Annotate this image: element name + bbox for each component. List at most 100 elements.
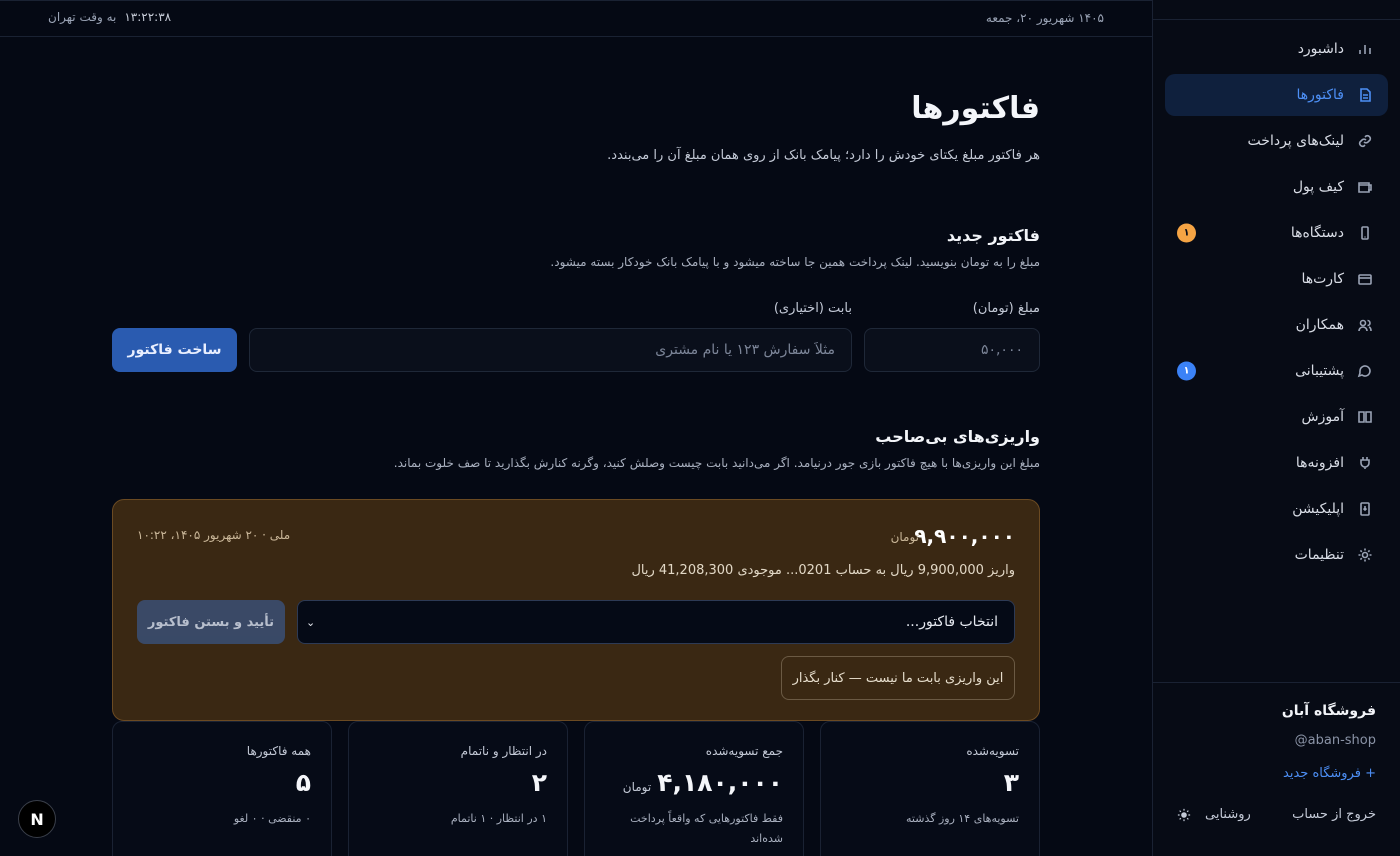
stat-card-all-invoices: همه فاکتورها ۵ ۰ منقضی · ۰ لغو [112,721,332,856]
invoice-select-value: انتخاب فاکتور... [905,614,998,630]
shop-handle: @aban-shop [1294,733,1376,748]
sun-icon [1177,808,1191,821]
stat-subtext: ۱ در انتظار · ۱ ناتمام [450,812,547,825]
theme-toggle[interactable]: روشنایی [1177,807,1251,822]
sidebar-item-label: کارت‌ها [1301,271,1344,287]
stat-value: ۴,۱۸۰,۰۰۰ تومان [605,770,783,795]
sidebar-item-wallet[interactable]: کیف پول [1165,166,1388,208]
clock-suffix: به وقت تهران [48,10,117,24]
sidebar-header [1153,0,1400,20]
sidebar-footer: فروشگاه آبان @aban-shop + فروشگاه جدید خ… [1153,682,1400,856]
new-shop-link[interactable]: + فروشگاه جدید [1177,766,1376,781]
sidebar-item-dashboard[interactable]: داشبورد [1165,28,1388,70]
sidebar-item-label: داشبورد [1297,41,1344,57]
dismiss-deposit-button[interactable]: این واریزی بابت ما نیست — کنار بگذار [781,656,1015,700]
document-icon [1356,86,1374,104]
stat-title: در انتظار و ناتمام [460,744,547,758]
sidebar-item-label: فاکتورها [1296,87,1345,103]
app-icon [1356,500,1374,518]
sidebar-item-devices[interactable]: دستگاه‌ها ۱ [1165,212,1388,254]
devices-badge: ۱ [1177,223,1196,243]
orphan-deposits-desc: مبلغ این واریزی‌ها با هیچ فاکتور بازی جو… [393,456,1040,470]
amount-input[interactable] [864,328,1040,372]
orphan-deposits-section: واریزی‌های بی‌صاحب مبلغ این واریزی‌ها با… [112,427,1040,470]
sidebar-item-label: لینک‌های پرداخت [1247,133,1344,149]
sidebar-item-label: آموزش [1301,409,1344,425]
main-content: فاکتورها هر فاکتور مبلغ یکتای خودش را دا… [0,37,1152,856]
stat-card-settled: تسویه‌شده ۳ تسویه‌های ۱۴ روز گذشته [820,721,1040,856]
stat-subtext: تسویه‌های ۱۴ روز گذشته [906,812,1019,825]
stat-value-unit: تومان [622,780,652,794]
stat-subtext: ۰ منقضی · ۰ لغو [233,812,311,825]
sidebar-item-plugins[interactable]: افزونه‌ها [1165,442,1388,484]
top-bar: ۱۴۰۵ شهریور ۲۰، جمعه ۱۳:۲۲:۳۸ به وقت تهرا… [0,0,1152,37]
sidebar-item-payment-links[interactable]: لینک‌های پرداخت [1165,120,1388,162]
users-icon [1356,316,1374,334]
deposit-amount: ۹,۹۰۰,۰۰۰ [914,524,1015,548]
sidebar-item-invoices[interactable]: فاکتورها [1165,74,1388,116]
description-label: بابت (اختیاری) [773,301,852,316]
phone-icon [1356,224,1374,242]
chevron-down-icon: ⌄ [306,615,316,629]
support-badge: ۱ [1177,361,1196,381]
theme-toggle-label: روشنایی [1205,807,1251,822]
sidebar-nav: داشبورد فاکتورها لینک‌های پرداخت کیف پول… [1153,20,1400,576]
sidebar-item-learning[interactable]: آموزش [1165,396,1388,438]
amount-label: مبلغ (تومان) [972,301,1040,316]
sparkline [841,842,981,856]
card-icon [1356,270,1374,288]
stats-row: تسویه‌شده ۳ تسویه‌های ۱۴ روز گذشته جمع ت… [112,721,1040,856]
new-invoice-desc: مبلغ را به تومان بنویسید. لینک پرداخت هم… [550,255,1040,269]
shop-name: فروشگاه آبان [1281,703,1376,719]
page-subtitle: هر فاکتور مبلغ یکتای خودش را دارد؛ پیامک… [607,148,1040,163]
sidebar-item-settings[interactable]: تنظیمات [1165,534,1388,576]
description-input[interactable] [249,328,852,372]
link-icon [1356,132,1374,150]
stat-value: ۵ [295,768,311,797]
create-invoice-button[interactable]: ساخت فاکتور [112,328,237,372]
deposit-sms-text: واریز 9,900,000 ریال به حساب 0201... موج… [631,563,1015,578]
book-icon [1356,408,1374,426]
sidebar: داشبورد فاکتورها لینک‌های پرداخت کیف پول… [1152,0,1400,856]
orphan-deposit-card: ۹,۹۰۰,۰۰۰ تومان ملی · ۲۰ شهریور ۱۴۰۵، ۱۰… [112,499,1040,721]
nextjs-dev-badge[interactable]: N [18,800,56,838]
deposit-unit: تومان [890,530,919,544]
chat-icon [1356,362,1374,380]
sidebar-item-team[interactable]: همکاران [1165,304,1388,346]
clock-time: ۱۳:۲۲:۳۸ [124,10,172,24]
sidebar-item-label: پشتیبانی [1295,363,1344,379]
sidebar-item-label: تنظیمات [1294,547,1344,563]
sidebar-item-label: اپلیکیشن [1292,501,1344,517]
orphan-deposits-title: واریزی‌های بی‌صاحب [875,427,1040,446]
new-invoice-section: فاکتور جدید مبلغ را به تومان بنویسید. لی… [112,226,1040,269]
new-invoice-title: فاکتور جدید [946,226,1040,245]
stat-value-number: ۴,۱۸۰,۰۰۰ [657,768,783,797]
invoice-select[interactable]: انتخاب فاکتور... ⌄ [297,600,1015,644]
sidebar-item-label: دستگاه‌ها [1290,225,1344,241]
sidebar-item-app[interactable]: اپلیکیشن [1165,488,1388,530]
logout-link[interactable]: خروج از حساب [1292,807,1376,822]
stat-value: ۳ [1003,768,1019,797]
stat-title: همه فاکتورها [246,744,311,758]
sidebar-item-label: همکاران [1295,317,1344,333]
sidebar-account-row: خروج از حساب روشنایی [1177,807,1376,822]
current-date: ۱۴۰۵ شهریور ۲۰، جمعه [985,11,1104,25]
wallet-icon [1356,178,1374,196]
sidebar-item-label: افزونه‌ها [1295,455,1344,471]
sidebar-item-support[interactable]: پشتیبانی ۱ [1165,350,1388,392]
bar-chart-icon [1356,40,1374,58]
stat-title: جمع تسویه‌شده [705,744,783,758]
gear-icon [1356,546,1374,564]
page-title: فاکتورها [911,91,1040,126]
stat-title: تسویه‌شده [966,744,1019,758]
deposit-meta: ملی · ۲۰ شهریور ۱۴۰۵، ۱۰:۲۲ [137,528,291,542]
plug-icon [1356,454,1374,472]
stat-card-pending: در انتظار و ناتمام ۲ ۱ در انتظار · ۱ نات… [348,721,568,856]
confirm-close-invoice-button[interactable]: تأیید و بستن فاکتور [137,600,285,644]
stat-value: ۲ [531,768,547,797]
current-clock: ۱۳:۲۲:۳۸ به وقت تهران [48,10,171,24]
sidebar-item-cards[interactable]: کارت‌ها [1165,258,1388,300]
sidebar-item-label: کیف پول [1292,179,1344,195]
stat-card-settled-total: جمع تسویه‌شده ۴,۱۸۰,۰۰۰ تومان فقط فاکتوره… [584,721,804,856]
stat-subtext: فقط فاکتورهایی که واقعاً پرداخت شده‌اند [630,812,783,845]
